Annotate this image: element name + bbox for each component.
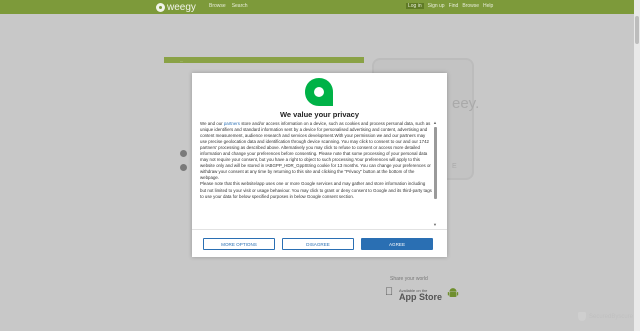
nav-link-browse[interactable]: Browse — [209, 3, 226, 9]
dialog-title: We value your privacy — [279, 110, 360, 119]
dialog-scrollbar-thumb[interactable] — [433, 127, 437, 199]
page-scrollbar-thumb[interactable] — [635, 16, 639, 44]
consent-logo-icon — [305, 78, 333, 106]
dialog-divider — [192, 229, 447, 230]
top-navigation-bar: weegy Browse Search Log in Sign up Find … — [0, 0, 640, 14]
page-scrollbar[interactable] — [634, 0, 640, 331]
nav-link-help[interactable]: Help — [483, 3, 493, 9]
background-card-title: ... — [180, 58, 184, 63]
body-second-paragraph: Please note that this website/app uses o… — [200, 181, 432, 199]
background-card-header — [164, 57, 364, 63]
agree-button[interactable]: AGREE — [361, 238, 433, 250]
dialog-scrollbar[interactable]: ▲ ▼ — [433, 121, 437, 227]
weegy-logo[interactable]: weegy — [156, 1, 196, 13]
partners-link[interactable]: partners — [224, 121, 240, 126]
dialog-body-text: We and our partners store and/or access … — [200, 121, 432, 227]
nav-link-browse-right[interactable]: Browse — [462, 3, 479, 9]
account-nav: Log in Sign up Find Browse Help — [406, 3, 493, 9]
secured-badge: SecuredByscure — [578, 312, 633, 321]
body-lead: We and our — [200, 121, 223, 126]
background-phone-letter: E — [452, 163, 457, 170]
nav-link-search[interactable]: Search — [232, 3, 248, 9]
body-rest: store and/or access information on a dev… — [200, 121, 431, 181]
android-icon[interactable] — [447, 287, 459, 299]
scroll-up-icon[interactable]: ▲ — [433, 121, 437, 125]
nav-link-login[interactable]: Log in — [406, 3, 424, 9]
nav-link-signup[interactable]: Sign up — [428, 3, 445, 9]
logo-text: weegy — [167, 1, 196, 13]
apple-icon:  — [385, 287, 395, 298]
background-bullet-icon — [180, 164, 187, 171]
appstore-big-text: App Store — [399, 292, 443, 302]
secured-label: SecuredByscure — [589, 313, 634, 320]
app-store-badge[interactable]: Available on the App Store — [399, 287, 443, 302]
weegy-logo-icon — [156, 2, 165, 12]
privacy-consent-dialog: We value your privacy We and our partner… — [192, 73, 447, 257]
disagree-button[interactable]: DISAGREE — [282, 238, 354, 250]
more-options-button[interactable]: MORE OPTIONS — [203, 238, 275, 250]
primary-nav: Browse Search — [209, 3, 248, 9]
background-phone-text: eey. — [452, 95, 480, 112]
background-bullet-icon — [180, 150, 187, 157]
nav-link-find[interactable]: Find — [449, 3, 459, 9]
share-label: Share your world — [390, 276, 428, 282]
shield-icon — [578, 312, 586, 321]
scroll-down-icon[interactable]: ▼ — [433, 223, 437, 227]
